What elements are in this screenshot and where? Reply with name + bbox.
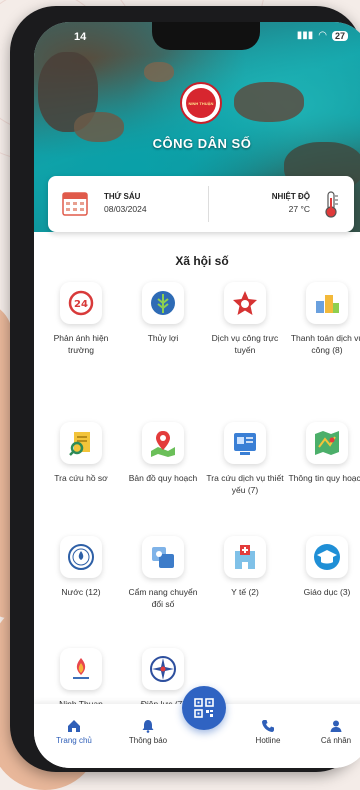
service-label: Cẩm nang chuyển đổi số — [128, 587, 198, 609]
temperature-label: NHIỆT ĐỘ — [271, 192, 310, 201]
irrigation-icon — [151, 291, 175, 315]
id-card-icon — [234, 433, 256, 455]
date-value: 08/03/2024 — [104, 204, 147, 214]
service-label: Y tế (2) — [231, 587, 259, 597]
24-hour-icon: 24 — [68, 290, 94, 316]
calendar-icon — [62, 192, 88, 216]
service-label: Thủy lợi — [147, 333, 179, 343]
service-label: Thanh toán dịch vụ công (8) — [290, 333, 360, 355]
folded-map-icon — [315, 431, 339, 455]
hospital-icon — [235, 545, 255, 569]
graduation-cap-icon — [314, 544, 340, 570]
qr-scan-button[interactable] — [182, 686, 226, 730]
home-icon — [68, 720, 80, 732]
service-tile-handbook[interactable]: Cẩm nang chuyển đổi số — [122, 536, 204, 610]
nav-hotline[interactable]: Hotline — [238, 718, 298, 745]
battery-icon: 27 — [331, 30, 348, 41]
status-icons: ▮▮▮ ◠ 27 — [297, 30, 348, 41]
electricity-icon — [150, 656, 176, 682]
nav-home[interactable]: Trang chủ — [44, 718, 104, 745]
day-label: THỨ SÁU — [104, 192, 141, 201]
service-label: Nước (12) — [61, 587, 101, 597]
bell-icon — [142, 720, 154, 733]
phone-frame: 14 ▮▮▮ ◠ 27 NINH THUẬN CÔNG DÂN SỐ THỨ S… — [10, 6, 360, 772]
service-tile-planning-info[interactable]: Thông tin quy hoạch — [286, 422, 360, 484]
service-tile-report[interactable]: 24 Phản ánh hiện trường — [40, 282, 122, 356]
service-tile-public-services[interactable]: Dịch vụ công trực tuyến — [204, 282, 286, 356]
service-label: Tra cứu dịch vụ thiết yếu (7) — [206, 473, 284, 495]
thermometer-icon — [325, 191, 338, 218]
service-tile-ninh-thuan[interactable]: Ninh Thuan — [40, 648, 122, 710]
service-tile-irrigation[interactable]: Thủy lợi — [122, 282, 204, 344]
service-tile-document-search[interactable]: Tra cứu hồ sơ — [40, 422, 122, 484]
service-tile-education[interactable]: Giáo dục (3) — [286, 536, 360, 598]
service-label: Bản đồ quy hoạch — [128, 473, 198, 483]
status-time: 14 — [74, 31, 87, 43]
date-weather-card: THỨ SÁU 08/03/2024 NHIỆT ĐỘ 27 °C — [48, 176, 354, 232]
service-label: Tra cứu hồ sơ — [54, 473, 108, 483]
water-icon — [68, 544, 94, 570]
screen: 14 ▮▮▮ ◠ 27 NINH THUẬN CÔNG DÂN SỐ THỨ S… — [34, 22, 360, 768]
service-tile-planning-map[interactable]: Bản đồ quy hoạch — [122, 422, 204, 484]
service-label: Phản ánh hiện trường — [53, 333, 109, 355]
nav-label: Trang chủ — [56, 736, 92, 745]
temperature-value: 27 °C — [288, 204, 310, 214]
user-icon — [330, 720, 342, 732]
nav-notifications[interactable]: Thông báo — [118, 718, 178, 745]
signal-icon: ▮▮▮ — [296, 30, 314, 41]
wifi-icon: ◠ — [318, 30, 327, 41]
service-tile-payment[interactable]: Thanh toán dịch vụ công (8) — [286, 282, 360, 356]
camera-notch — [152, 22, 260, 50]
phone-call-icon — [262, 720, 274, 732]
app-title: CÔNG DÂN SỐ — [152, 136, 252, 151]
service-label: Giáo dục (3) — [303, 587, 351, 597]
province-logo: NINH THUẬN — [180, 82, 222, 124]
handbook-icon — [152, 547, 174, 568]
service-tile-water[interactable]: Nước (12) — [40, 536, 122, 598]
payment-icon — [316, 295, 339, 313]
nav-label: Cá nhân — [320, 736, 352, 745]
qr-code-icon — [194, 698, 214, 718]
nav-label: Hotline — [255, 736, 281, 745]
nav-profile[interactable]: Cá nhân — [306, 718, 360, 745]
service-tile-essential-services[interactable]: Tra cứu dịch vụ thiết yếu (7) — [204, 422, 286, 496]
nav-label: Thông báo — [128, 736, 168, 745]
service-label: Dịch vụ công trực tuyến — [211, 333, 279, 355]
service-label: Thông tin quy hoạch — [288, 473, 360, 483]
map-pin-icon — [151, 431, 175, 457]
svg-text:24: 24 — [74, 299, 88, 310]
divider — [208, 186, 209, 222]
document-search-icon — [69, 432, 90, 456]
star-service-icon — [233, 291, 257, 315]
service-tile-health[interactable]: Y tế (2) — [204, 536, 286, 598]
ninh-thuan-logo-icon — [73, 658, 89, 679]
section-title: Xã hội số — [175, 254, 229, 268]
logo-text: NINH THUẬN — [188, 100, 214, 106]
